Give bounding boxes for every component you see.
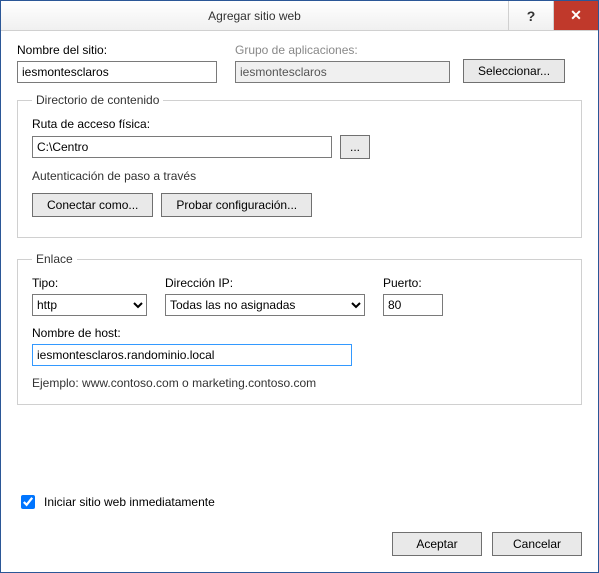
window-title: Agregar sitio web — [1, 9, 508, 23]
row-binding: Tipo: http Dirección IP: Todas las no as… — [32, 276, 567, 316]
ok-button[interactable]: Aceptar — [392, 532, 482, 556]
row-site-app: Nombre del sitio: Grupo de aplicaciones:… — [17, 43, 582, 83]
legend-binding: Enlace — [32, 252, 77, 266]
cancel-button[interactable]: Cancelar — [492, 532, 582, 556]
label-hostname: Nombre de host: — [32, 326, 567, 340]
col-apppool: Grupo de aplicaciones: — [235, 43, 455, 83]
test-settings-button[interactable]: Probar configuración... — [161, 193, 312, 217]
label-sitename: Nombre del sitio: — [17, 43, 227, 57]
group-contentdir: Directorio de contenido Ruta de acceso f… — [17, 93, 582, 238]
checkbox-startnow[interactable] — [21, 495, 35, 509]
select-type[interactable]: http — [32, 294, 147, 316]
help-button[interactable]: ? — [508, 1, 553, 30]
label-apppool: Grupo de aplicaciones: — [235, 43, 455, 57]
select-apppool-button[interactable]: Seleccionar... — [463, 59, 565, 83]
label-startnow: Iniciar sitio web inmediatamente — [44, 495, 215, 509]
label-example: Ejemplo: www.contoso.com o marketing.con… — [32, 376, 567, 390]
footer-buttons: Aceptar Cancelar — [392, 532, 582, 556]
label-type: Tipo: — [32, 276, 157, 290]
row-authbuttons: Conectar como... Probar configuración... — [32, 193, 567, 217]
connect-as-button[interactable]: Conectar como... — [32, 193, 153, 217]
label-physicalpath: Ruta de acceso física: — [32, 117, 567, 131]
group-binding: Enlace Tipo: http Dirección IP: Todas la… — [17, 252, 582, 405]
dialog-content: Nombre del sitio: Grupo de aplicaciones:… — [1, 31, 598, 431]
input-hostname[interactable] — [32, 344, 352, 366]
input-sitename[interactable] — [17, 61, 217, 83]
row-startnow: Iniciar sitio web inmediatamente — [17, 492, 215, 512]
input-apppool — [235, 61, 450, 83]
label-passthrough: Autenticación de paso a través — [32, 169, 567, 183]
close-button[interactable]: ✕ — [553, 1, 598, 30]
row-physicalpath: ... — [32, 135, 567, 159]
label-ip: Dirección IP: — [165, 276, 375, 290]
input-physicalpath[interactable] — [32, 136, 332, 158]
col-type: Tipo: http — [32, 276, 157, 316]
window-buttons: ? ✕ — [508, 1, 598, 30]
browse-button[interactable]: ... — [340, 135, 370, 159]
col-sitename: Nombre del sitio: — [17, 43, 227, 83]
label-port: Puerto: — [383, 276, 463, 290]
col-select: Seleccionar... — [463, 59, 565, 83]
col-hostname: Nombre de host: — [32, 326, 567, 366]
col-port: Puerto: — [383, 276, 463, 316]
titlebar: Agregar sitio web ? ✕ — [1, 1, 598, 31]
dialog-add-website: Agregar sitio web ? ✕ Nombre del sitio: … — [0, 0, 599, 573]
select-ip[interactable]: Todas las no asignadas — [165, 294, 365, 316]
input-port[interactable] — [383, 294, 443, 316]
col-ip: Dirección IP: Todas las no asignadas — [165, 276, 375, 316]
legend-contentdir: Directorio de contenido — [32, 93, 163, 107]
